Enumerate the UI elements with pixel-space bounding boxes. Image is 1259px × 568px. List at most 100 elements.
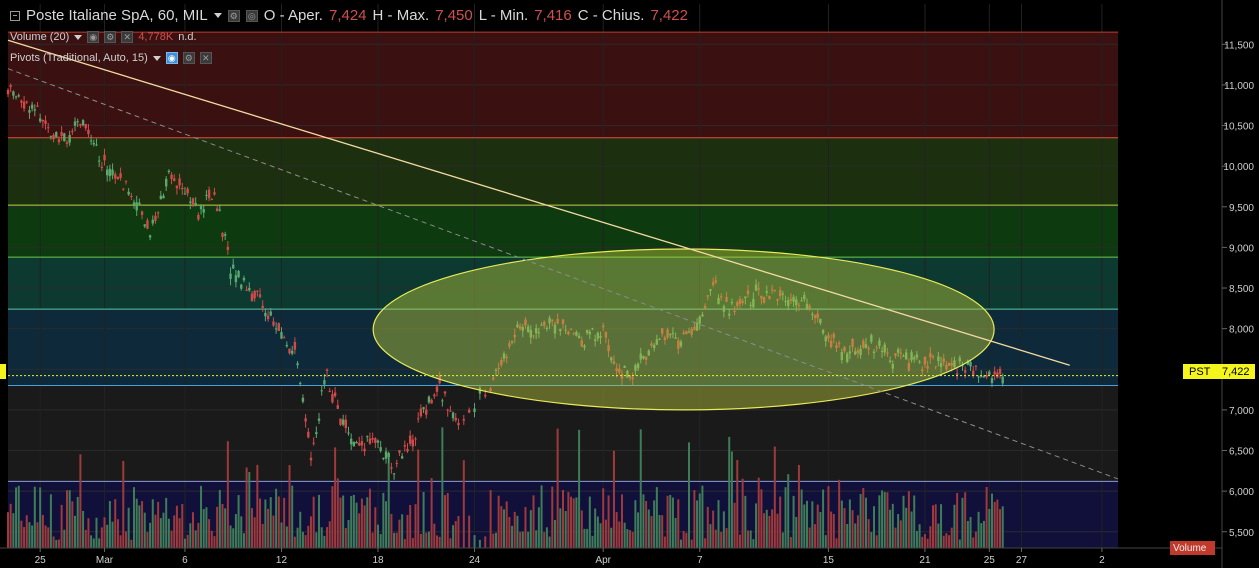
candle-body[interactable] [20, 100, 23, 103]
candle-body[interactable] [988, 371, 991, 376]
candle-body[interactable] [234, 275, 238, 283]
candle-body[interactable] [12, 91, 15, 96]
candle-body[interactable] [993, 371, 996, 375]
candle-body[interactable] [159, 195, 163, 200]
candle-body[interactable] [167, 170, 171, 173]
candle-body[interactable] [38, 118, 42, 122]
eye-icon[interactable]: ◉ [87, 31, 100, 43]
candle-body[interactable] [191, 198, 195, 206]
candle-body[interactable] [419, 408, 423, 417]
candle-body[interactable] [71, 131, 74, 133]
candle-body[interactable] [1001, 376, 1004, 384]
candle-body[interactable] [49, 135, 53, 137]
candle-body[interactable] [111, 169, 114, 176]
candle-body[interactable] [14, 96, 18, 98]
close-icon[interactable]: ✕ [199, 52, 212, 64]
candle-body[interactable] [433, 394, 436, 397]
candle-body[interactable] [374, 438, 377, 443]
candle-body[interactable] [425, 409, 428, 415]
candle-body[interactable] [245, 289, 248, 291]
candle-body[interactable] [124, 180, 128, 182]
candle-body[interactable] [223, 234, 227, 236]
candle-body[interactable] [288, 348, 291, 354]
candle-body[interactable] [414, 438, 417, 440]
candle-body[interactable] [272, 321, 275, 326]
candle-body[interactable] [175, 185, 179, 189]
candle-body[interactable] [990, 378, 994, 384]
candle-body[interactable] [274, 328, 278, 330]
candle-body[interactable] [261, 305, 264, 309]
candle-body[interactable] [154, 215, 157, 221]
candle-body[interactable] [197, 215, 200, 220]
candle-body[interactable] [199, 206, 203, 210]
candle-body[interactable] [44, 120, 47, 124]
candle-body[interactable] [189, 201, 192, 203]
candle-body[interactable] [347, 432, 350, 434]
candle-body[interactable] [301, 397, 305, 402]
candle-body[interactable] [148, 235, 152, 238]
candle-body[interactable] [312, 442, 315, 444]
candle-body[interactable] [127, 191, 130, 195]
ellipse-drawing[interactable] [372, 248, 995, 411]
candle-body[interactable] [484, 394, 487, 397]
candle-body[interactable] [451, 412, 455, 419]
candle-body[interactable] [240, 284, 243, 289]
candle-body[interactable] [395, 463, 398, 465]
candle-body[interactable] [982, 376, 986, 378]
settings-icon[interactable]: ⚙ [227, 9, 240, 22]
candle-body[interactable] [84, 124, 87, 129]
candle-body[interactable] [41, 119, 45, 122]
candle-body[interactable] [315, 432, 318, 435]
candle-body[interactable] [435, 386, 439, 392]
candle-body[interactable] [291, 350, 294, 354]
candle-body[interactable] [28, 110, 31, 113]
candle-body[interactable] [406, 448, 409, 452]
candle-body[interactable] [441, 400, 444, 402]
candle-body[interactable] [248, 287, 251, 291]
candle-body[interactable] [333, 392, 337, 397]
candle-body[interactable] [358, 443, 361, 446]
candle-body[interactable] [972, 370, 975, 376]
candle-body[interactable] [30, 104, 34, 109]
candle-body[interactable] [411, 439, 415, 447]
candle-body[interactable] [309, 457, 313, 461]
candle-body[interactable] [242, 277, 246, 281]
candle-body[interactable] [25, 101, 28, 103]
gear-icon[interactable]: ◎ [245, 9, 258, 22]
candle-body[interactable] [226, 246, 230, 250]
candle-body[interactable] [76, 121, 79, 123]
candle-body[interactable] [473, 408, 476, 413]
candle-body[interactable] [379, 447, 382, 451]
pivots-indicator-label[interactable]: Pivots (Traditional, Auto, 15) [10, 52, 148, 64]
candle-body[interactable] [296, 363, 299, 366]
candle-body[interactable] [299, 382, 302, 385]
candle-body[interactable] [376, 440, 380, 443]
candle-body[interactable] [186, 188, 189, 194]
candle-body[interactable] [400, 456, 404, 459]
candle-body[interactable] [430, 399, 433, 404]
gear-icon[interactable]: ⚙ [182, 52, 195, 64]
candle-body[interactable] [341, 419, 345, 425]
candle-body[interactable] [371, 438, 374, 440]
candle-body[interactable] [969, 361, 972, 367]
candle-body[interactable] [963, 370, 967, 373]
price-axis[interactable]: 11,500 11,000 10,500 10,000 9,500 9,000 8,500 8… [1118, 0, 1259, 568]
chevron-down-icon[interactable] [152, 55, 161, 61]
candle-body[interactable] [143, 224, 146, 227]
candle-body[interactable] [285, 344, 289, 347]
candle-body[interactable] [103, 154, 106, 161]
candle-body[interactable] [390, 467, 393, 469]
candle-body[interactable] [181, 187, 184, 190]
candle-body[interactable] [116, 176, 120, 180]
candle-body[interactable] [9, 85, 12, 88]
candle-body[interactable] [162, 195, 165, 199]
candle-body[interactable] [6, 89, 10, 95]
candle-body[interactable] [360, 441, 364, 446]
candle-body[interactable] [135, 202, 138, 211]
candle-body[interactable] [55, 132, 58, 137]
candle-body[interactable] [368, 438, 372, 444]
candle-body[interactable] [264, 312, 267, 317]
close-icon[interactable]: ✕ [121, 31, 134, 43]
candle-body[interactable] [403, 445, 407, 447]
candle-body[interactable] [65, 142, 69, 144]
